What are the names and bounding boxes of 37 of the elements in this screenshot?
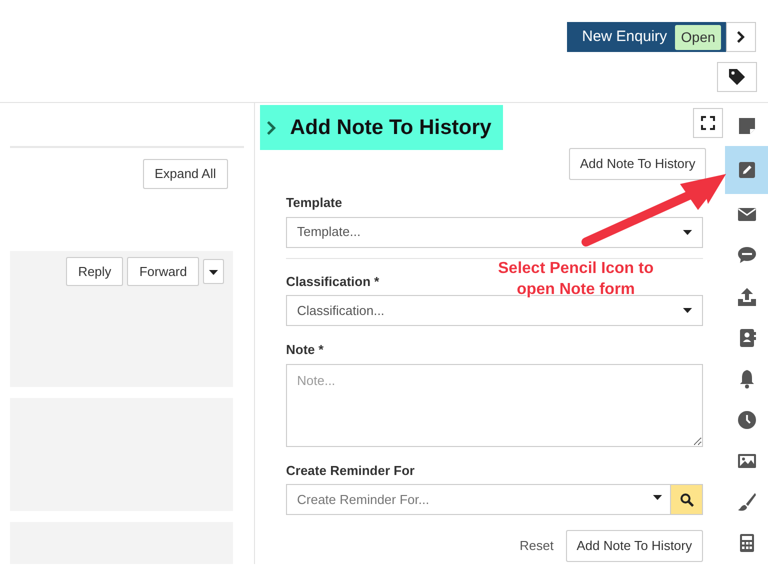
search-icon: [680, 492, 694, 506]
select-field[interactable]: Template...: [286, 216, 703, 248]
panel-title: Add Note To History: [290, 114, 492, 140]
paintbrush-icon: [736, 492, 756, 512]
field-label: Create Reminder For: [286, 462, 415, 480]
pencil-icon: [736, 160, 756, 180]
sticky-note-icon: [736, 116, 756, 136]
chevron-right-icon: [266, 120, 276, 136]
chevron-right-icon: [736, 31, 746, 43]
clock-icon: [736, 410, 756, 430]
field-label: Template: [286, 194, 342, 212]
next-button[interactable]: [726, 22, 756, 52]
tag-icon: [728, 68, 746, 86]
caret-icon: [653, 495, 662, 500]
reset-link[interactable]: Reset: [520, 536, 554, 556]
more-button[interactable]: [203, 258, 224, 284]
search-button[interactable]: [671, 484, 703, 515]
tag-button[interactable]: [717, 62, 757, 92]
caret-icon: [683, 230, 692, 234]
status-badge: Open: [675, 24, 722, 50]
add-note-button[interactable]: Add Note To History: [566, 530, 703, 562]
fullscreen-icon: [701, 116, 715, 130]
caret-icon: [209, 270, 218, 275]
sidebar-tool-button[interactable]: [725, 146, 768, 194]
enquiry-title: New Enquiry: [582, 26, 668, 47]
upload-icon: [736, 286, 756, 307]
sms-bubble-icon: [736, 245, 756, 266]
add-note-button[interactable]: Add Note To History: [569, 148, 706, 180]
reminder-field[interactable]: Create Reminder For...: [286, 484, 671, 515]
reply-button[interactable]: Reply: [66, 256, 124, 286]
caret-icon: [683, 308, 692, 313]
field-label: Classification *: [286, 272, 380, 290]
forward-button[interactable]: Forward: [127, 256, 199, 286]
note-field[interactable]: Note...: [286, 364, 703, 446]
fullscreen-button[interactable]: [693, 108, 723, 138]
field-label: Note *: [286, 341, 324, 359]
expand-all-button[interactable]: Expand All: [142, 159, 228, 189]
